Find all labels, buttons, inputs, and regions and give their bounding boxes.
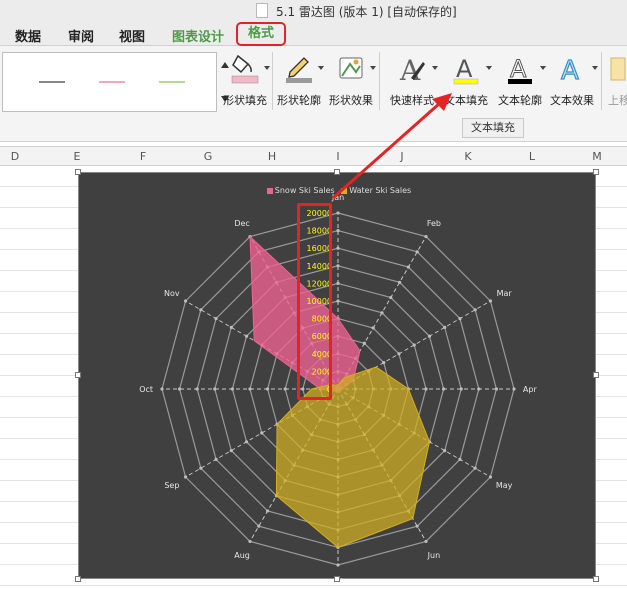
annotation-arrow-line [332,101,441,200]
annotation-arrow [332,93,452,200]
